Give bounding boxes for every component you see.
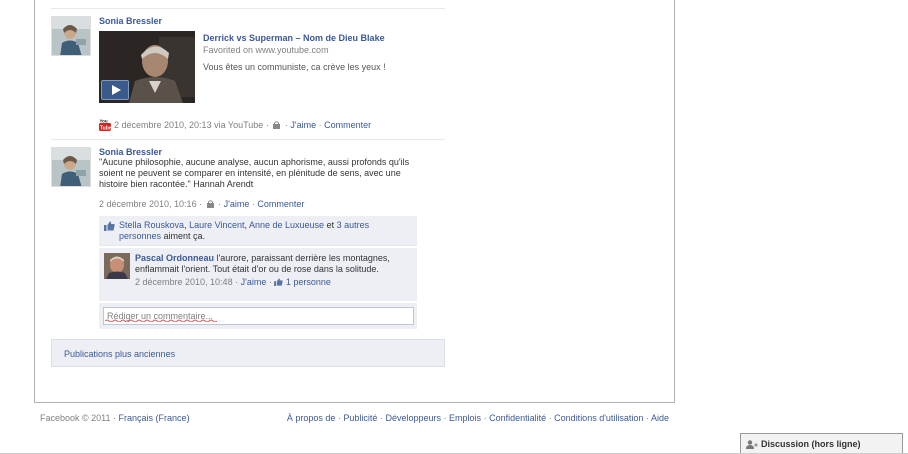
actor-name[interactable]: Sonia Bressler <box>99 16 445 27</box>
liker-link[interactable]: Stella Rouskova <box>119 220 184 230</box>
comment-timestamp: 2 décembre 2010, 10:48 <box>135 277 233 287</box>
comment-input[interactable] <box>103 307 414 325</box>
write-comment-box <box>99 303 417 329</box>
commenter-avatar[interactable] <box>104 253 130 279</box>
footer-link-jobs[interactable]: Emplois <box>449 413 481 423</box>
comment-meta: 2 décembre 2010, 10:48 · J'aime · 1 pers… <box>135 277 390 288</box>
separator: · <box>318 120 322 130</box>
separator: · <box>284 120 288 130</box>
separator: · <box>548 413 552 423</box>
story-timestamp[interactable]: 2 décembre 2010, 20:13 via YouTube <box>114 120 263 130</box>
separator: · <box>265 120 269 130</box>
comment-link[interactable]: Commenter <box>324 120 371 130</box>
footer-link-about[interactable]: À propos de <box>287 413 336 423</box>
like-link[interactable]: J'aime <box>224 199 250 209</box>
chat-tab[interactable]: Discussion (hors ligne) <box>740 433 903 454</box>
story-timestamp[interactable]: 2 décembre 2010, 10:16 <box>99 199 197 209</box>
story-meta: You Tube 2 décembre 2010, 20:13 via YouT… <box>99 118 371 132</box>
avatar[interactable] <box>51 16 91 56</box>
video-thumbnail[interactable] <box>99 31 195 103</box>
status-text: "Aucune philosophie, aucune analyse, auc… <box>99 157 410 189</box>
separator: · <box>645 413 649 423</box>
chat-user-icon <box>746 440 758 449</box>
svg-text:You: You <box>100 119 108 124</box>
separator: · <box>235 277 239 287</box>
comment-author[interactable]: Pascal Ordonneau <box>135 253 214 263</box>
footer-link-privacy[interactable]: Confidentialité <box>489 413 546 423</box>
divider <box>51 139 445 140</box>
likes-sentence: Stella Rouskova, Laure Vincent, Anne de … <box>99 216 417 246</box>
comma: , <box>184 220 187 230</box>
lock-icon[interactable] <box>206 199 214 208</box>
liker-link[interactable]: Anne de Luxueuse <box>249 220 324 230</box>
comma: , <box>244 220 247 230</box>
footer-link-developers[interactable]: Développeurs <box>385 413 441 423</box>
footer-link-advertising[interactable]: Publicité <box>343 413 377 423</box>
copyright: Facebook © 2011 <box>40 413 111 423</box>
separator: · <box>443 413 447 423</box>
language-link[interactable]: Français (France) <box>119 413 190 423</box>
separator: · <box>483 413 487 423</box>
avatar[interactable] <box>51 147 91 187</box>
story-youtube: Sonia Bressler Derrick vs Superman – Nom… <box>51 16 445 134</box>
and-text: et <box>326 220 335 230</box>
comment-like-count[interactable]: 1 personne <box>286 277 331 287</box>
thumbs-up-icon <box>104 221 115 231</box>
thumbs-up-icon <box>274 277 286 287</box>
footer-link-terms[interactable]: Conditions d'utilisation <box>554 413 643 423</box>
youtube-icon[interactable]: You Tube <box>99 118 112 132</box>
svg-text:Tube: Tube <box>100 126 111 132</box>
divider <box>51 8 445 9</box>
separator: · <box>337 413 341 423</box>
story-quote: Sonia Bressler "Aucune philosophie, aucu… <box>51 147 445 332</box>
older-posts-link[interactable]: Publications plus anciennes <box>51 339 445 367</box>
separator: · <box>268 277 272 287</box>
story-meta: 2 décembre 2010, 10:16 · · J'aime · Comm… <box>99 198 304 210</box>
chat-label: Discussion (hors ligne) <box>761 439 861 449</box>
separator: · <box>251 199 255 209</box>
separator: · <box>218 199 222 209</box>
separator: · <box>113 413 117 423</box>
video-title-link[interactable]: Derrick vs Superman – Nom de Dieu Blake <box>203 32 443 44</box>
comment: Pascal Ordonneau l'aurore, paraissant de… <box>99 247 417 301</box>
liker-link[interactable]: Laure Vincent <box>189 220 244 230</box>
likes-suffix: aiment ça. <box>163 231 206 241</box>
video-source-caption: Favorited on www.youtube.com <box>203 45 329 55</box>
lock-icon[interactable] <box>273 120 281 129</box>
footer-link-help[interactable]: Aide <box>651 413 669 423</box>
comment-like-link[interactable]: J'aime <box>241 277 267 287</box>
separator: · <box>379 413 383 423</box>
comment-link[interactable]: Commenter <box>257 199 304 209</box>
video-description: Vous êtes un communiste, ca crève les ye… <box>203 62 386 72</box>
play-button[interactable] <box>101 80 129 100</box>
like-link[interactable]: J'aime <box>290 120 316 130</box>
separator: · <box>199 199 203 209</box>
